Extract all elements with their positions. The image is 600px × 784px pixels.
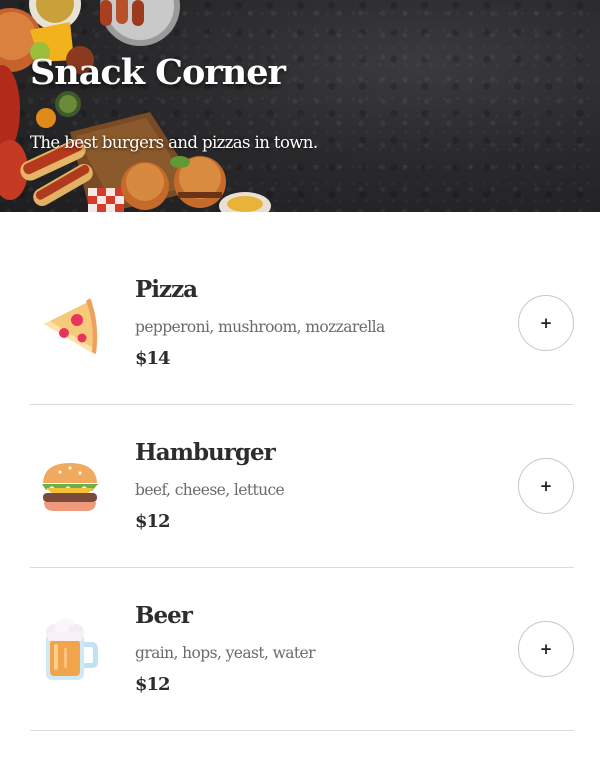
hero-banner: Snack Corner The best burgers and pizzas… xyxy=(0,0,600,212)
pizza-icon xyxy=(44,298,98,354)
menu-item-beer: Beer grain, hops, yeast, water $12 + xyxy=(30,568,574,731)
site-title: Snack Corner xyxy=(30,52,286,93)
item-price: $14 xyxy=(135,348,171,369)
item-name: Hamburger xyxy=(135,439,276,466)
hamburger-icon xyxy=(42,463,98,511)
item-ingredients: grain, hops, yeast, water xyxy=(135,644,316,662)
site-tagline: The best burgers and pizzas in town. xyxy=(30,133,318,152)
item-price: $12 xyxy=(135,511,171,532)
food-spread-image xyxy=(0,0,271,212)
beer-icon xyxy=(46,618,98,680)
add-pizza-button[interactable]: + xyxy=(518,295,574,351)
menu-item-hamburger: Hamburger beef, cheese, lettuce $12 + xyxy=(30,405,574,568)
menu-list: Pizza pepperoni, mushroom, mozzarella $1… xyxy=(0,242,600,731)
item-price: $12 xyxy=(135,674,171,695)
item-ingredients: beef, cheese, lettuce xyxy=(135,481,285,499)
add-hamburger-button[interactable]: + xyxy=(518,458,574,514)
item-ingredients: pepperoni, mushroom, mozzarella xyxy=(135,318,385,336)
item-name: Pizza xyxy=(135,276,198,303)
item-name: Beer xyxy=(135,602,193,629)
menu-item-pizza: Pizza pepperoni, mushroom, mozzarella $1… xyxy=(30,242,574,405)
add-beer-button[interactable]: + xyxy=(518,621,574,677)
